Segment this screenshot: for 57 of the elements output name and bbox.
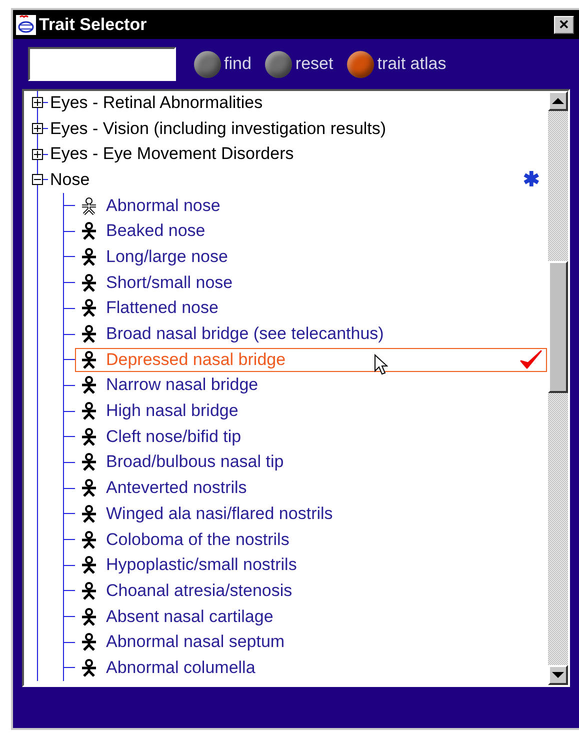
asterisk-icon: ✱ [523, 167, 540, 192]
search-field[interactable] [28, 47, 176, 81]
person-icon [80, 376, 98, 394]
toolbar-button[interactable]: trait atlas [347, 50, 446, 78]
tree-item[interactable]: Winged ala nasi/flared nostrils [106, 504, 546, 524]
tree-item[interactable]: Short/small nose [106, 272, 546, 293]
scroll-up-button[interactable] [548, 91, 568, 111]
tree-item[interactable]: Long/large nose [106, 246, 546, 267]
expander-icon[interactable] [32, 174, 43, 186]
tree-item[interactable]: Abnormal nose [106, 196, 546, 216]
tree-item[interactable]: High nasal bridge [106, 401, 546, 422]
tree-item[interactable]: Broad nasal bridge (see telecanthus) [106, 324, 546, 344]
tree-item[interactable]: Cleft nose/bifid tip [106, 426, 546, 447]
expander-icon[interactable] [32, 148, 43, 160]
tree-item[interactable]: Absent nasal cartilage [106, 606, 546, 627]
window-title: Trait Selector [39, 14, 148, 34]
tree-item[interactable]: Broad/bulbous nasal tip [106, 452, 546, 472]
tree-item[interactable]: Abnormal nasal septum [106, 632, 546, 652]
person-icon [80, 658, 98, 677]
close-button[interactable]: ✕ [554, 16, 574, 34]
scroll-down-button[interactable] [548, 665, 568, 685]
tree-item[interactable]: Beaked nose [106, 221, 546, 242]
tree-item[interactable]: Hypoplastic/small nostrils [106, 555, 546, 576]
person-icon [80, 453, 98, 472]
person-icon [80, 248, 98, 266]
expander-icon[interactable] [32, 123, 43, 134]
tree-item[interactable]: Flattened nose [106, 298, 546, 318]
tree-item[interactable]: Eyes - Eye Movement Disorders [50, 144, 540, 164]
person-icon [80, 504, 98, 523]
person-outline-icon [80, 196, 98, 215]
toolbar-button[interactable]: reset [265, 50, 334, 78]
person-icon [80, 479, 98, 498]
person-icon [80, 608, 98, 626]
person-icon [80, 274, 98, 292]
person-icon [80, 299, 98, 318]
toolbar-button[interactable]: find [194, 50, 252, 78]
person-icon [80, 633, 98, 652]
tree-item[interactable]: Coloboma of the nostrils [106, 530, 546, 550]
tree-item[interactable]: Narrow nasal bridge [106, 375, 546, 396]
tree-item[interactable]: Nose [50, 170, 523, 190]
expander-icon[interactable] [32, 97, 43, 108]
tree-item[interactable]: Eyes - Vision (including investigation results) [50, 118, 540, 139]
scroll-thumb[interactable] [548, 261, 568, 393]
tree-item[interactable]: Choanal atresia/stenosis [106, 580, 546, 601]
person-icon [80, 582, 98, 600]
tree-item[interactable]: Anteverted nostrils [106, 478, 546, 498]
person-icon [80, 530, 98, 549]
scrollbar[interactable] [548, 91, 568, 685]
person-icon [80, 402, 98, 420]
person-icon [80, 428, 98, 446]
person-icon [80, 222, 98, 240]
person-icon [80, 556, 98, 574]
tree-item[interactable]: Eyes - Retinal Abnormalities [50, 92, 540, 113]
person-icon [80, 350, 98, 369]
person-icon [80, 325, 98, 344]
tree-item[interactable]: Abnormal columella [106, 658, 546, 678]
mouse-cursor-icon [374, 354, 388, 376]
